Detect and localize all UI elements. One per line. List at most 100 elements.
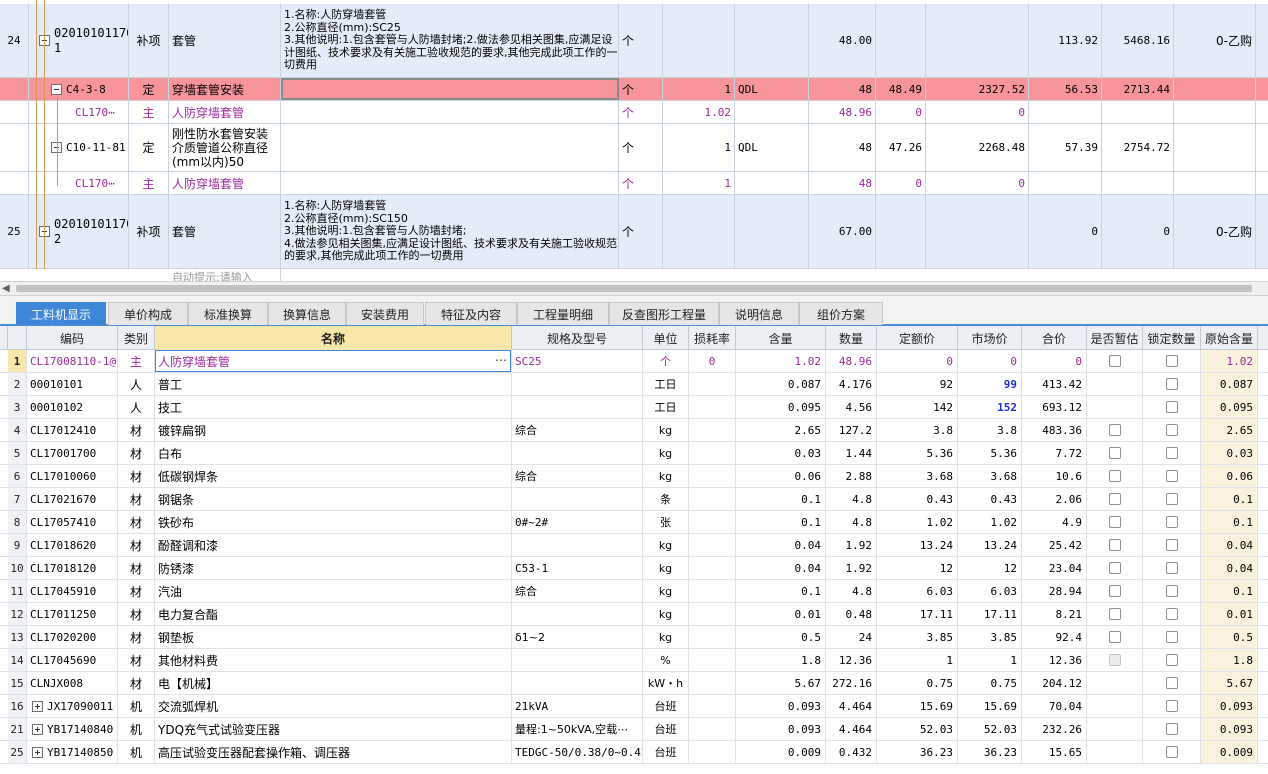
estimate-checkbox[interactable] [1108, 516, 1121, 528]
cell-cat[interactable]: 材 [118, 419, 155, 441]
cell-quota[interactable]: 13.24 [877, 534, 958, 556]
header-market[interactable]: 市场价 [958, 326, 1022, 350]
cell-f1[interactable] [735, 101, 809, 123]
cell-unit_price[interactable] [1029, 101, 1102, 123]
cell-unit[interactable]: 个 [619, 101, 663, 123]
cell-f1[interactable] [735, 172, 809, 194]
estimate-checkbox[interactable] [1108, 608, 1121, 620]
cell-total[interactable]: 5468.16 [1102, 4, 1174, 77]
table-row[interactable]: 16 JX17090011 机 交流弧焊机 21kVA 台班 0.093 4.464 15.69… [0, 695, 1268, 718]
tab-1[interactable]: 工料机显示 [16, 302, 106, 325]
cell-qty[interactable] [663, 4, 735, 77]
bill-row[interactable]: C10-11-81 定 刚性防水套管安装 介质管道公称直径 (mm以内)50 个 1 QD… [0, 124, 1268, 172]
cell-unit[interactable]: kW・h [643, 672, 689, 694]
cell-total[interactable]: 0 [1102, 195, 1174, 268]
cell-content[interactable]: 0.5 [736, 626, 826, 648]
cell-lock[interactable] [1143, 488, 1201, 510]
cell-orig[interactable]: 0.1 [1201, 511, 1258, 533]
cell-qty[interactable]: 1.44 [826, 442, 877, 464]
lock-checkbox[interactable] [1165, 355, 1178, 367]
cell-type[interactable]: 补项 [129, 195, 169, 268]
cell-p3[interactable] [926, 195, 1029, 268]
cell-quota[interactable]: 36.23 [877, 741, 958, 763]
cell-cat[interactable]: 材 [118, 488, 155, 510]
lock-checkbox[interactable] [1165, 493, 1178, 505]
cell-cat[interactable]: 材 [118, 557, 155, 579]
cell-cat[interactable]: 材 [118, 511, 155, 533]
table-row[interactable]: 10 CL17018120 材 防锈漆 C53-1 kg 0.04 1.92 12 12 23.04… [0, 557, 1268, 580]
cell-unit[interactable]: 工日 [643, 396, 689, 418]
cell-est[interactable] [1087, 419, 1143, 441]
cell-content[interactable]: 0.03 [736, 442, 826, 464]
header-content[interactable]: 含量 [736, 326, 826, 350]
cell-unit[interactable]: kg [643, 442, 689, 464]
cell-loss[interactable] [689, 649, 736, 671]
table-row[interactable]: 1 CL17008110-1@1 主 人防穿墙套管 ⋯ SC25 个 0 1.02 48.96 0 0… [0, 350, 1268, 373]
cell-orig[interactable]: 0.1 [1201, 488, 1258, 510]
cell-unit[interactable]: 张 [643, 511, 689, 533]
cell-num[interactable] [0, 78, 29, 100]
cell-loss[interactable] [689, 534, 736, 556]
cell-content[interactable]: 0.095 [736, 396, 826, 418]
cell-total[interactable]: 92.4 [1022, 626, 1087, 648]
table-row[interactable]: 4 CL17012410 材 镀锌扁钢 综合 kg 2.65 127.2 3.8 3.8 483.3… [0, 419, 1268, 442]
cell-content[interactable]: 0.093 [736, 695, 826, 717]
cell-total[interactable]: 2713.44 [1102, 78, 1174, 100]
cell-market[interactable]: 52.03 [958, 718, 1022, 740]
cell-qty2[interactable]: 48 [809, 124, 876, 171]
cell-spec[interactable] [512, 603, 643, 625]
cell-total[interactable]: 7.72 [1022, 442, 1087, 464]
estimate-checkbox[interactable] [1108, 493, 1121, 505]
cell-orig[interactable]: 5.67 [1201, 672, 1258, 694]
cell-p1[interactable] [876, 195, 926, 268]
cell-market[interactable]: 1.02 [958, 511, 1022, 533]
cell-cat[interactable]: 人 [118, 396, 155, 418]
cell-spec[interactable] [512, 442, 643, 464]
cell-est[interactable] [1087, 557, 1143, 579]
cell-desc[interactable]: 1.名称:人防穿墙套管 2.公称直径(mm):SC25 3.其他说明:1.包含套… [281, 4, 619, 77]
cell-name[interactable]: YDQ充气式试验变压器 [155, 718, 512, 740]
cell-spec[interactable] [512, 488, 643, 510]
tab-3[interactable]: 标准换算 [188, 302, 268, 325]
cell-market[interactable]: 5.36 [958, 442, 1022, 464]
cell-orig[interactable]: 0.04 [1201, 557, 1258, 579]
cell-name[interactable]: 穿墙套管安装 [169, 78, 281, 100]
cell-qty2[interactable]: 48 [809, 78, 876, 100]
cell-total[interactable]: 483.36 [1022, 419, 1087, 441]
cell-code[interactable]: CL17021670 [27, 488, 118, 510]
lock-checkbox[interactable] [1165, 746, 1178, 758]
cell-code[interactable]: CL17012410 [27, 419, 118, 441]
table-row[interactable]: 9 CL17018620 材 酚醛调和漆 kg 0.04 1.92 13.24 13.24 25.… [0, 534, 1268, 557]
cell-quota[interactable]: 6.03 [877, 580, 958, 602]
cell-spec[interactable] [512, 534, 643, 556]
cell-lock[interactable] [1143, 649, 1201, 671]
cell-qty2[interactable]: 48.00 [809, 4, 876, 77]
cell-est[interactable] [1087, 718, 1143, 740]
cell-unit[interactable]: kg [643, 603, 689, 625]
cell-code[interactable]: JX17090011 [27, 695, 118, 717]
cell-unit_price[interactable]: 113.92 [1029, 4, 1102, 77]
tab-2[interactable]: 单价构成 [108, 302, 188, 325]
cell-qty[interactable]: 1 [663, 124, 735, 171]
cell-loss[interactable] [689, 580, 736, 602]
cell-loss[interactable] [689, 718, 736, 740]
cell-total[interactable]: 2754.72 [1102, 124, 1174, 171]
cell-code[interactable]: CL17045690 [27, 649, 118, 671]
cell-name[interactable]: 刚性防水套管安装 介质管道公称直径 (mm以内)50 [169, 124, 281, 171]
cell-qty[interactable]: 1.02 [663, 101, 735, 123]
cell-num[interactable]: 25 [0, 195, 29, 268]
horizontal-scrollbar[interactable]: ◀ [0, 281, 1268, 296]
cell-qty2[interactable]: 48 [809, 172, 876, 194]
cell-supply[interactable]: 0-乙购 [1174, 195, 1256, 268]
cell-qty[interactable]: 0.48 [826, 603, 877, 625]
cell-p1[interactable]: 0 [876, 172, 926, 194]
cell-desc[interactable] [281, 124, 619, 171]
tab-4[interactable]: 换算信息 [268, 302, 346, 325]
expand-icon[interactable] [32, 700, 43, 712]
cell-content[interactable]: 5.67 [736, 672, 826, 694]
cell-cat[interactable]: 机 [118, 741, 155, 763]
cell-unit[interactable]: 个 [643, 350, 689, 372]
cell-loss[interactable] [689, 511, 736, 533]
cell-quota[interactable]: 3.68 [877, 465, 958, 487]
cell-content[interactable]: 0.009 [736, 741, 826, 763]
